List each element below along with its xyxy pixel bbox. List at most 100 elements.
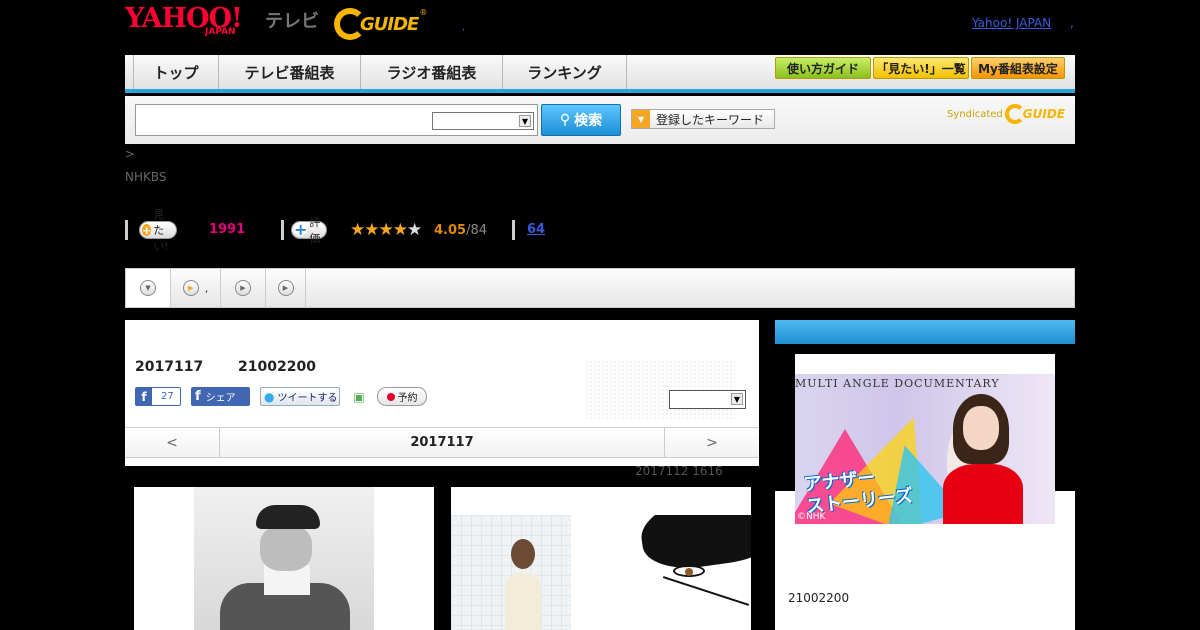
nav-buttons: 使い方ガイド 「見たい!」一覧 My番組表設定 (775, 57, 1065, 79)
dropdown-arrow-icon: ▼ (632, 110, 650, 128)
portrait-beret (256, 505, 320, 529)
rating-score: 4.05/84 (434, 223, 487, 238)
promo-dress (943, 464, 1023, 524)
promo-panel-header (775, 320, 1075, 344)
gguide-logo[interactable]: GUIDE ® (334, 8, 427, 40)
stats-divider (512, 220, 515, 240)
nav-tab-tv-listings[interactable]: テレビ番組表 (219, 55, 361, 89)
twitter-bird-icon: ● (264, 389, 275, 404)
facebook-share-label: シェア (205, 393, 236, 404)
header-link-separator: , (1070, 16, 1074, 30)
program-time: 21002200 (238, 359, 316, 375)
header-separator: , (462, 22, 466, 33)
promo-time: 21002200 (788, 591, 850, 605)
search-bar: ▼ ⚲ 検索 ▼ 登録したキーワード Syndicated GUIDE (125, 96, 1075, 144)
program-panel: 2017117 21002200 f 27 f シェア ● ツイートする ▣ 予… (125, 320, 759, 466)
search-button-label: 検索 (574, 113, 603, 129)
promo-face (963, 406, 999, 450)
saved-keywords-button[interactable]: ▼ 登録したキーワード (631, 109, 775, 129)
facebook-share-button[interactable]: f シェア (191, 387, 250, 406)
promo-banner-title: MULTI ANGLE DOCUMENTARY (795, 377, 1000, 390)
manga-line (662, 576, 750, 606)
presenter-figure (501, 539, 545, 630)
search-button[interactable]: ⚲ 検索 (541, 104, 621, 136)
studio-manga-image (451, 515, 751, 630)
tab-section-3[interactable]: ▶ (266, 269, 306, 307)
stats-divider (281, 220, 284, 240)
gguide-logo-text: GUIDE (360, 13, 419, 35)
my-listings-settings-button[interactable]: My番組表設定 (971, 57, 1065, 79)
facebook-like-count: 27 (161, 391, 174, 402)
yahoo-logo[interactable]: YAHOO! JAPAN (125, 5, 243, 41)
channel-name: NHKBS (125, 170, 167, 184)
usage-guide-button[interactable]: 使い方ガイド (775, 57, 871, 79)
nav-tab-ranking[interactable]: ランキング (503, 55, 627, 89)
presenter-body (505, 573, 541, 630)
breadcrumb[interactable]: > (125, 147, 135, 161)
nav-tab-top[interactable]: トップ (133, 55, 219, 89)
program-photo-1[interactable] (134, 487, 434, 630)
portrait-face (260, 525, 312, 571)
syndicated-logo-text: GUIDE (1022, 107, 1065, 121)
rating-value: 4.05 (434, 223, 467, 238)
reserve-button[interactable]: 予約 (377, 387, 427, 406)
facebook-icon: f (195, 389, 201, 404)
presenter-head (511, 539, 535, 569)
tab-section-1[interactable]: ▶ , (171, 269, 221, 307)
rating-count: /84 (466, 223, 487, 238)
promo-image: MULTI ANGLE DOCUMENTARY アナザー ストーリーズ ©NHK (795, 374, 1055, 524)
date-navigation: < 2017117 > (125, 427, 759, 458)
portrait-image (194, 487, 374, 630)
facebook-icon: f (136, 388, 152, 405)
stats-divider (125, 220, 128, 240)
program-tabs: ▼ ▶ , ▶ ▶ (125, 268, 1075, 308)
facebook-like-button[interactable]: f 27 (135, 387, 181, 406)
gguide-reg-mark: ® (419, 8, 428, 17)
saved-keywords-label: 登録したキーワード (656, 112, 765, 127)
promo-banner[interactable]: MULTI ANGLE DOCUMENTARY アナザー ストーリーズ ©NHK (795, 354, 1055, 524)
syndicated-gguide-logo: Syndicated GUIDE (947, 104, 1065, 124)
previous-day-button[interactable]: < (125, 428, 220, 457)
tv-logo-text[interactable]: テレビ (265, 7, 319, 33)
want-to-watch-button[interactable]: + 見たい! (139, 208, 178, 253)
current-date: 2017117 (410, 435, 474, 450)
chevron-down-icon: ▼ (519, 115, 531, 127)
tab-section-2[interactable]: ▶ (221, 269, 266, 307)
gguide-g-icon (1004, 104, 1025, 124)
play-icon: ▶ (182, 280, 199, 296)
manga-eye (673, 565, 705, 577)
yahoo-japan-link[interactable]: Yahoo! JAPAN (972, 16, 1051, 30)
program-options-select[interactable]: ▼ (669, 390, 746, 409)
search-category-select[interactable]: ▼ (432, 112, 534, 130)
nav-tab-radio-listings[interactable]: ラジオ番組表 (361, 55, 503, 89)
rate-label: 評価 (309, 216, 321, 245)
bookmark-add-icon[interactable]: ▣ (350, 387, 368, 406)
promo-panel: MULTI ANGLE DOCUMENTARY アナザー ストーリーズ ©NHK… (775, 320, 1075, 630)
play-icon: ▶ (235, 280, 251, 296)
reserve-label: 予約 (397, 393, 418, 404)
manga-artwork (571, 515, 751, 630)
next-day-button[interactable]: > (664, 428, 759, 457)
reviews-link[interactable]: 64 (527, 222, 545, 237)
want-list-button[interactable]: 「見たい!」一覧 (873, 57, 969, 79)
play-icon: ▶ (277, 280, 294, 296)
program-photo-2[interactable] (451, 487, 751, 630)
rate-button[interactable]: + 評価 (291, 216, 327, 245)
promo-credit: ©NHK (797, 512, 826, 522)
want-to-watch-label: 見たい! (153, 208, 169, 253)
plus-icon: + (142, 223, 152, 237)
yahoo-logo-sub: JAPAN (205, 27, 236, 37)
tweet-button[interactable]: ● ツイートする (260, 387, 340, 406)
syndicated-text: Syndicated (947, 108, 1003, 120)
promo-woman (935, 394, 1025, 524)
global-nav: トップ テレビ番組表 ラジオ番組表 ランキング 使い方ガイド 「見たい!」一覧 … (125, 55, 1075, 93)
program-date: 2017117 (135, 359, 204, 375)
rating-stars: ★★★★★ (350, 220, 422, 240)
search-icon: ⚲ (559, 112, 571, 128)
social-buttons: f 27 f シェア ● ツイートする ▣ 予約 (135, 387, 437, 406)
tab-details[interactable]: ▼ (126, 269, 171, 307)
want-count: 1991 (209, 222, 246, 237)
record-dot-icon (386, 392, 395, 401)
chevron-down-icon: ▼ (731, 393, 743, 405)
updated-timestamp: 2017112 1616 (635, 464, 723, 478)
